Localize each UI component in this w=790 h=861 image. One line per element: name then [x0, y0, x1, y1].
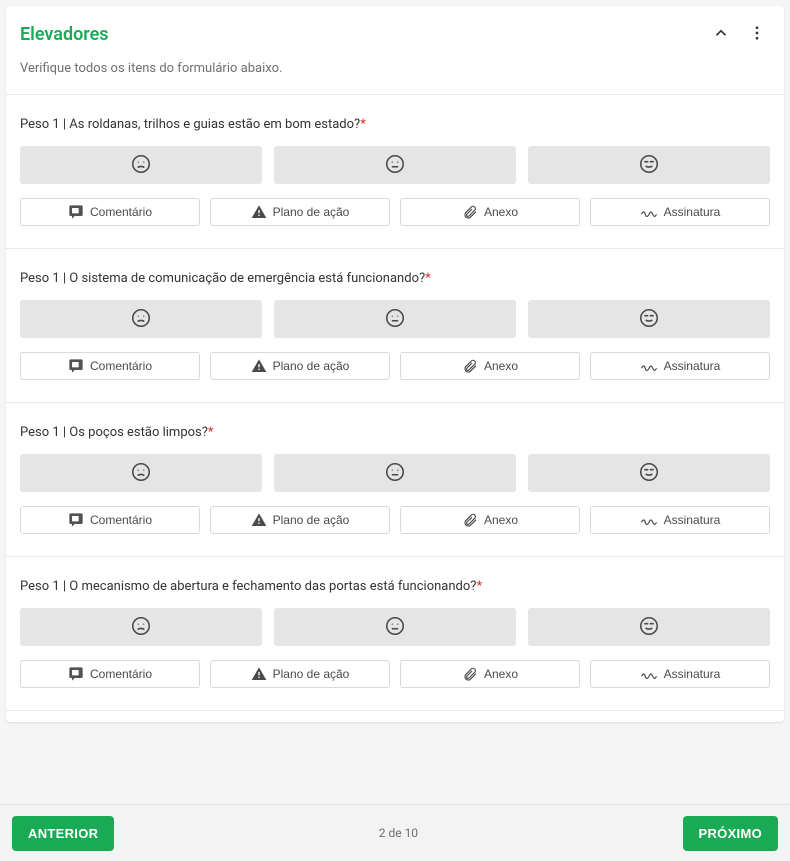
signature-button[interactable]: Assinatura — [590, 506, 770, 534]
face-happy-icon — [638, 153, 660, 178]
menu-button[interactable] — [744, 20, 770, 49]
rating-good-button[interactable] — [528, 608, 770, 646]
section-subtitle: Verifique todos os itens do formulário a… — [6, 49, 784, 94]
more-vertical-icon — [748, 24, 766, 45]
face-sad-icon — [130, 307, 152, 332]
next-button[interactable]: PRÓXIMO — [683, 816, 779, 851]
signature-button[interactable]: Assinatura — [590, 198, 770, 226]
question-block: Peso 1 | O sistema de comunicação de eme… — [6, 248, 784, 402]
comment-icon — [68, 204, 84, 220]
attachment-button[interactable]: Anexo — [400, 506, 580, 534]
face-happy-icon — [638, 307, 660, 332]
rating-neutral-button[interactable] — [274, 454, 516, 492]
warning-icon — [251, 512, 267, 528]
warning-icon — [251, 204, 267, 220]
question-block: Peso 1 | As roldanas, trilhos e guias es… — [6, 94, 784, 248]
warning-icon — [251, 358, 267, 374]
face-neutral-icon — [384, 615, 406, 640]
warning-icon — [251, 666, 267, 682]
face-neutral-icon — [384, 153, 406, 178]
paperclip-icon — [462, 358, 478, 374]
section-header: Elevadores — [6, 6, 784, 49]
attachment-button[interactable]: Anexo — [400, 198, 580, 226]
section-title: Elevadores — [20, 24, 708, 45]
paperclip-icon — [462, 512, 478, 528]
rating-good-button[interactable] — [528, 300, 770, 338]
collapse-button[interactable] — [708, 20, 734, 49]
rating-bad-button[interactable] — [20, 146, 262, 184]
signature-button[interactable]: Assinatura — [590, 660, 770, 688]
prev-button[interactable]: ANTERIOR — [12, 816, 114, 851]
question-text: Peso 1 | Os poços estão limpos?* — [20, 425, 770, 440]
question-text: Peso 1 | As roldanas, trilhos e guias es… — [20, 117, 770, 132]
signature-icon — [640, 358, 658, 374]
comment-button[interactable]: Comentário — [20, 352, 200, 380]
comment-icon — [68, 512, 84, 528]
question-block: Peso 1 | Os poços estão limpos?* Comentár… — [6, 402, 784, 556]
face-neutral-icon — [384, 461, 406, 486]
signature-icon — [640, 204, 658, 220]
rating-neutral-button[interactable] — [274, 608, 516, 646]
paperclip-icon — [462, 666, 478, 682]
rating-bad-button[interactable] — [20, 454, 262, 492]
action-plan-button[interactable]: Plano de ação — [210, 352, 390, 380]
face-happy-icon — [638, 615, 660, 640]
action-plan-button[interactable]: Plano de ação — [210, 198, 390, 226]
question-text: Peso 1 | O sistema de comunicação de eme… — [20, 271, 770, 286]
question-text: Peso 1 | O mecanismo de abertura e fecha… — [20, 579, 770, 594]
rating-good-button[interactable] — [528, 454, 770, 492]
attachment-button[interactable]: Anexo — [400, 660, 580, 688]
comment-button[interactable]: Comentário — [20, 506, 200, 534]
comment-button[interactable]: Comentário — [20, 660, 200, 688]
rating-good-button[interactable] — [528, 146, 770, 184]
question-block: Peso 1 | O mecanismo de abertura e fecha… — [6, 556, 784, 710]
action-plan-button[interactable]: Plano de ação — [210, 660, 390, 688]
action-plan-button[interactable]: Plano de ação — [210, 506, 390, 534]
signature-button[interactable]: Assinatura — [590, 352, 770, 380]
rating-neutral-button[interactable] — [274, 300, 516, 338]
rating-neutral-button[interactable] — [274, 146, 516, 184]
signature-icon — [640, 666, 658, 682]
face-sad-icon — [130, 461, 152, 486]
comment-button[interactable]: Comentário — [20, 198, 200, 226]
face-happy-icon — [638, 461, 660, 486]
rating-bad-button[interactable] — [20, 608, 262, 646]
chevron-up-icon — [712, 24, 730, 45]
footer-bar: ANTERIOR 2 de 10 PRÓXIMO — [0, 804, 790, 861]
signature-icon — [640, 512, 658, 528]
pager-text: 2 de 10 — [114, 826, 682, 840]
face-sad-icon — [130, 615, 152, 640]
attachment-button[interactable]: Anexo — [400, 352, 580, 380]
comment-icon — [68, 666, 84, 682]
face-sad-icon — [130, 153, 152, 178]
face-neutral-icon — [384, 307, 406, 332]
rating-bad-button[interactable] — [20, 300, 262, 338]
comment-icon — [68, 358, 84, 374]
paperclip-icon — [462, 204, 478, 220]
